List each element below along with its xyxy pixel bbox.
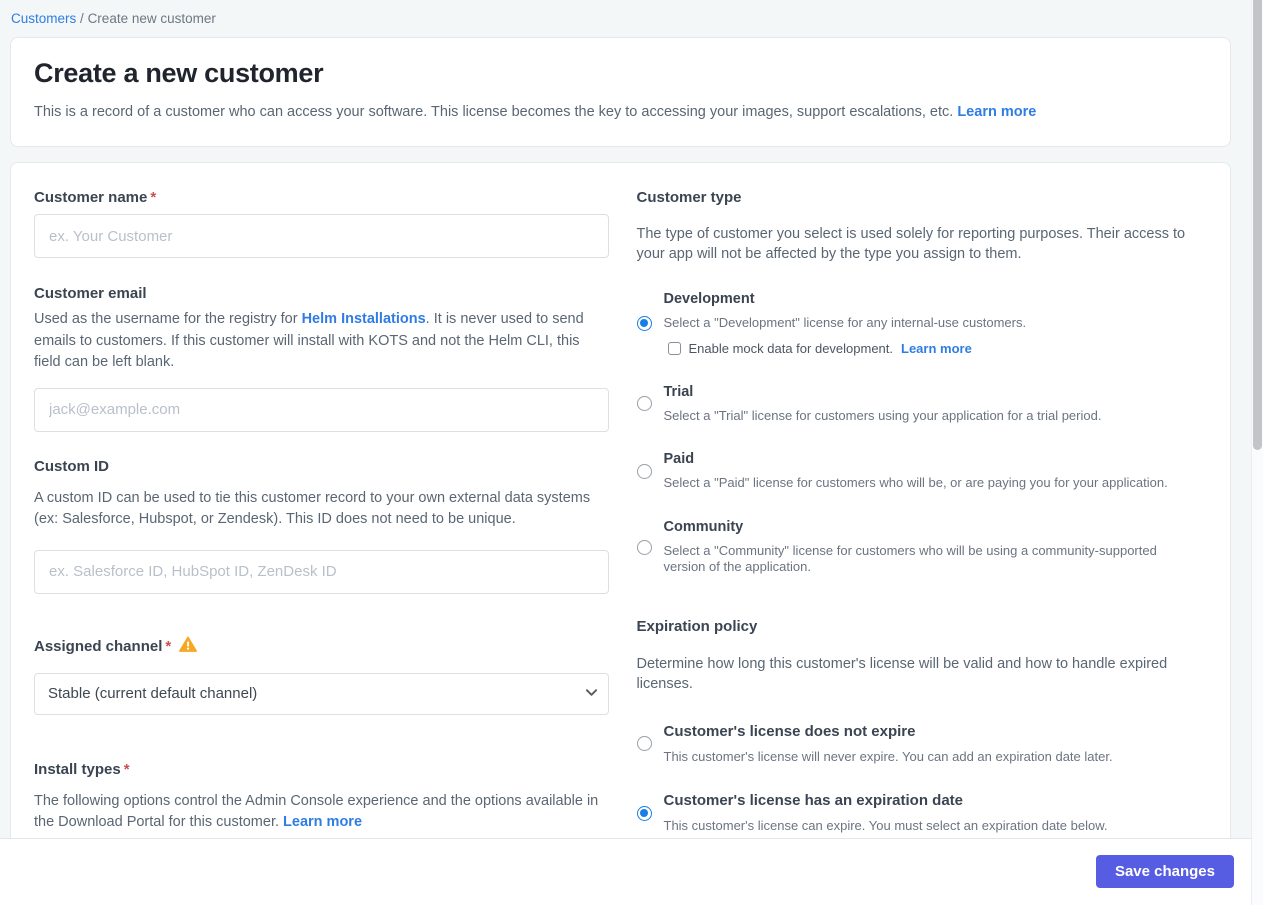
expiration-policy-heading: Expiration policy [636,617,758,635]
breadcrumb-separator: / [80,11,84,26]
assigned-channel-label: Assigned channel * [34,637,172,655]
has-expiration-option-description: This customer's license can expire. You … [663,818,1108,833]
no-expire-option-title: Customer's license does not expire [663,722,916,740]
learn-more-link-mock-data[interactable]: Learn more [901,341,972,356]
trial-option-description: Select a "Trial" license for customers u… [663,407,1102,423]
customer-type-heading: Customer type [636,189,742,206]
install-types-description: The following options control the Admin … [34,792,599,831]
has-expiration-option-title: Customer's license has an expiration dat… [663,792,964,809]
paid-radio[interactable] [636,463,652,479]
custom-id-description: A custom ID can be used to tie this cust… [34,489,591,528]
form-right-column: Customer type The type of customer you s… [636,189,1208,835]
expiration-policy-description: Determine how long this customer's licen… [636,655,1168,692]
helm-installations-link[interactable]: Helm Installations [302,311,426,327]
customer-type-options: Development Select a "Development" licen… [636,291,1208,576]
mock-data-checkbox-row: Enable mock data for development. Learn … [667,340,1027,356]
community-option-description: Select a "Community" license for custome… [663,542,1157,575]
no-expire-radio[interactable] [636,736,652,752]
assigned-channel-label-row: Assigned channel * [34,636,605,657]
page-title: Create a new customer [34,58,324,88]
development-option-title: Development [663,291,755,307]
customer-name-input[interactable] [34,214,609,258]
development-radio[interactable] [636,315,652,331]
radio-option-no-expire[interactable]: Customer's license does not expire This … [636,722,1208,766]
assigned-channel-select-wrap: Stable (current default channel) [34,672,609,715]
customer-email-label: Customer email [34,285,147,302]
community-radio[interactable] [636,539,652,555]
header-card: Create a new customer This is a record o… [10,37,1231,147]
radio-option-development[interactable]: Development Select a "Development" licen… [636,291,1208,356]
customer-email-input[interactable] [34,387,609,432]
customer-type-description: The type of customer you select is used … [636,226,1186,262]
breadcrumb: Customers / Create new customer [0,0,1263,37]
radio-option-community[interactable]: Community Select a "Community" license f… [636,518,1208,576]
install-types-label: Install types * [34,760,130,778]
paid-option-description: Select a "Paid" license for customers wh… [663,475,1168,490]
breadcrumb-link-customers[interactable]: Customers [11,11,76,26]
scrollbar-thumb[interactable] [1253,0,1262,450]
required-asterisk: * [165,637,172,655]
radio-option-has-expiration[interactable]: Customer's license has an expiration dat… [636,792,1208,835]
custom-id-input[interactable] [34,549,609,594]
breadcrumb-current: Create new customer [87,11,216,26]
required-asterisk: * [150,189,157,206]
custom-id-label: Custom ID [34,457,109,475]
has-expiration-radio[interactable] [636,805,652,821]
vertical-scrollbar[interactable] [1251,0,1263,905]
customer-email-description: Used as the username for the registry fo… [34,311,584,370]
learn-more-link-install-types[interactable]: Learn more [283,814,362,830]
form-left-column: Customer name* Customer email Used as th… [34,189,609,835]
development-option-description: Select a "Development" license for any i… [663,315,1027,330]
paid-option-title: Paid [663,451,695,467]
trial-radio[interactable] [636,396,652,412]
save-changes-button[interactable]: Save changes [1095,855,1234,888]
community-option-title: Community [663,518,744,535]
no-expire-option-description: This customer's license will never expir… [663,748,1113,764]
page-description: This is a record of a customer who can a… [34,104,1037,120]
learn-more-link-header[interactable]: Learn more [957,104,1036,120]
expiration-policy-options: Customer's license does not expire This … [636,722,1208,835]
radio-option-trial[interactable]: Trial Select a "Trial" license for custo… [636,383,1208,425]
mock-data-checkbox[interactable] [667,341,681,355]
footer-action-bar: Save changes [0,838,1251,905]
mock-data-checkbox-label: Enable mock data for development. [688,340,894,356]
trial-option-title: Trial [663,383,694,400]
radio-option-paid[interactable]: Paid Select a "Paid" license for custome… [636,451,1208,492]
warning-icon [179,636,198,657]
required-asterisk: * [123,760,130,778]
customer-name-label: Customer name * [34,189,157,206]
assigned-channel-select[interactable]: Stable (current default channel) [34,672,609,715]
create-customer-form-card: Customer name* Customer email Used as th… [10,162,1231,862]
